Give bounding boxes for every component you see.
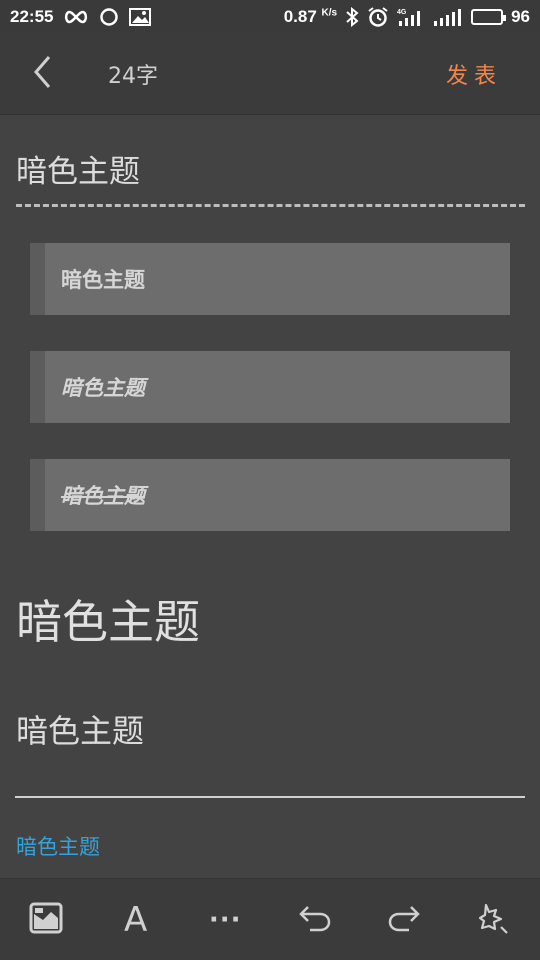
chevron-left-icon [31, 54, 53, 94]
quote-text: 暗色主题 [61, 484, 145, 508]
insert-image-button[interactable] [20, 894, 72, 946]
title-divider [16, 204, 525, 207]
alarm-icon [367, 6, 389, 28]
quote-block-italic[interactable]: 暗色主题 [30, 351, 510, 423]
image-icon [29, 902, 63, 938]
clear-format-icon [477, 902, 511, 938]
circle-icon [99, 7, 119, 27]
more-button[interactable]: ··· [199, 894, 251, 946]
horizontal-rule [15, 796, 525, 798]
clear-format-button[interactable] [468, 894, 520, 946]
wifi-signal-icon [433, 7, 463, 27]
quote-block-bold[interactable]: 暗色主题 [30, 243, 510, 315]
status-bar: 22:55 0.87 K/s 4G 96 [0, 0, 540, 33]
quote-block-strikethrough[interactable]: 暗色主题 [30, 459, 510, 531]
battery-percent: 96 [511, 6, 530, 26]
redo-button[interactable] [378, 894, 430, 946]
undo-icon [298, 903, 332, 937]
network-speed: 0.87 K/s [283, 6, 338, 26]
quote-text: 暗色主题 [61, 376, 145, 400]
format-toolbar: A ··· [0, 878, 540, 960]
heading-large[interactable]: 暗色主题 [16, 586, 200, 652]
bluetooth-icon [345, 6, 359, 27]
publish-button[interactable]: 发表 [446, 58, 502, 90]
image-icon [129, 7, 152, 26]
more-icon: ··· [208, 904, 242, 935]
redo-icon [387, 903, 421, 937]
word-count: 24字 [108, 63, 158, 89]
editor-content[interactable]: 暗色主题 暗色主题 暗色主题 暗色主题 暗色主题 暗色主题 暗色主题 [0, 116, 540, 878]
svg-text:4G: 4G [397, 9, 407, 16]
font-icon: A [123, 899, 148, 940]
link-text[interactable]: 暗色主题 [16, 831, 100, 861]
heading-medium[interactable]: 暗色主题 [16, 706, 144, 752]
undo-button[interactable] [289, 894, 341, 946]
4g-signal-icon: 4G [397, 7, 425, 27]
infinity-icon [63, 10, 89, 24]
title-input[interactable]: 暗色主题 [16, 146, 140, 191]
editor-toolbar: 24字 发表 [0, 33, 540, 115]
clock: 22:55 [10, 6, 54, 26]
back-button[interactable] [0, 33, 84, 115]
quote-text: 暗色主题 [61, 268, 145, 292]
battery-icon [471, 8, 507, 25]
font-button[interactable]: A [110, 894, 162, 946]
